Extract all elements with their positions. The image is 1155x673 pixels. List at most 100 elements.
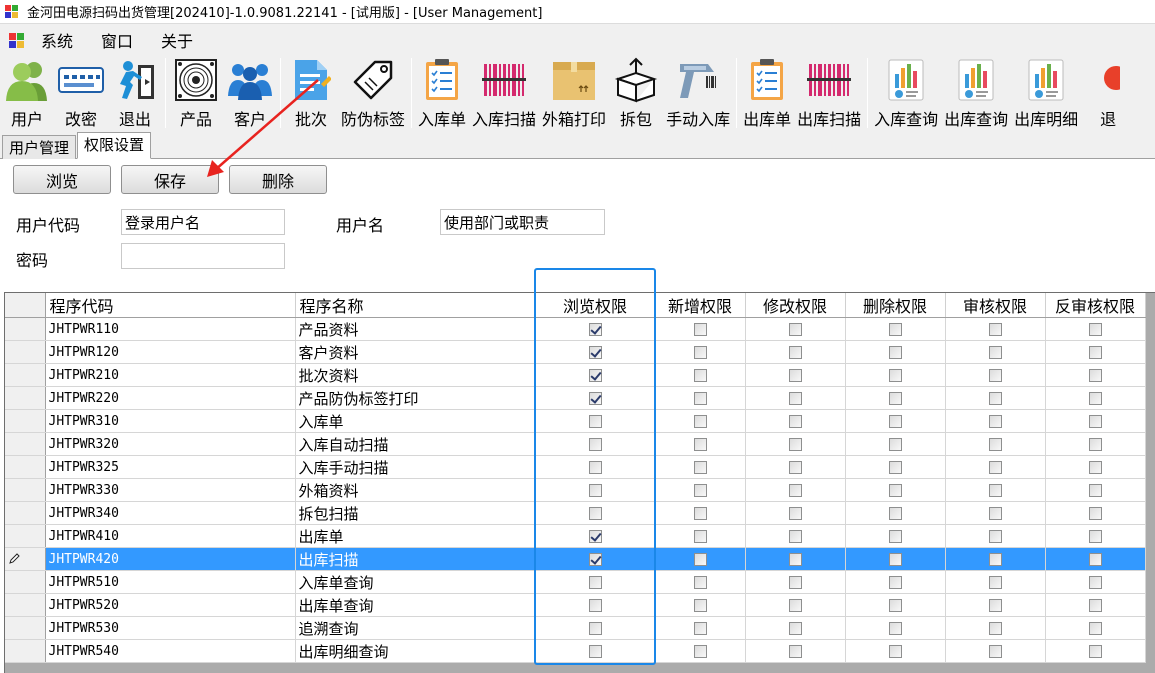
- program-code-cell[interactable]: JHTPWR120: [45, 340, 296, 364]
- edit-permission-checkbox[interactable]: [788, 622, 802, 635]
- browse-permission-checkbox[interactable]: [588, 645, 602, 658]
- column-header-edit-permission[interactable]: 修改权限: [745, 293, 846, 318]
- unapprove-permission-checkbox[interactable]: [1088, 599, 1102, 612]
- table-row[interactable]: JHTPWR220 产品防伪标签打印: [5, 386, 1146, 410]
- delete-permission-checkbox[interactable]: [888, 576, 902, 589]
- browse-permission-checkbox[interactable]: [588, 576, 602, 589]
- table-row[interactable]: JHTPWR210 批次资料: [5, 363, 1146, 387]
- program-code-cell[interactable]: JHTPWR210: [45, 363, 296, 387]
- program-name-cell[interactable]: 出库明细查询: [295, 639, 536, 663]
- browse-permission-checkbox[interactable]: [588, 438, 602, 451]
- browse-permission-checkbox[interactable]: [588, 369, 602, 382]
- toolbar-users-button[interactable]: 用户: [0, 56, 54, 130]
- toolbar-anti-fake-tag-button[interactable]: 防伪标签: [338, 56, 408, 130]
- program-code-cell[interactable]: JHTPWR310: [45, 409, 296, 433]
- delete-permission-checkbox[interactable]: [888, 392, 902, 405]
- delete-permission-checkbox[interactable]: [888, 622, 902, 635]
- menu-window[interactable]: 窗口: [99, 26, 135, 54]
- edit-permission-checkbox[interactable]: [788, 392, 802, 405]
- toolbar-exit-button[interactable]: 退出: [108, 56, 162, 130]
- row-header[interactable]: [5, 570, 46, 594]
- row-header[interactable]: [5, 616, 46, 640]
- table-row[interactable]: JHTPWR330 外箱资料: [5, 478, 1146, 502]
- menu-system[interactable]: 系统: [39, 26, 75, 54]
- program-code-cell[interactable]: JHTPWR530: [45, 616, 296, 640]
- toolbar-inbound-query-button[interactable]: 入库查询: [871, 56, 941, 130]
- unapprove-permission-checkbox[interactable]: [1088, 553, 1102, 566]
- program-name-cell[interactable]: 入库手动扫描: [295, 455, 536, 479]
- unapprove-permission-checkbox[interactable]: [1088, 461, 1102, 474]
- approve-permission-checkbox[interactable]: [988, 369, 1002, 382]
- unapprove-permission-checkbox[interactable]: [1088, 484, 1102, 497]
- unapprove-permission-checkbox[interactable]: [1088, 369, 1102, 382]
- add-permission-checkbox[interactable]: [693, 415, 707, 428]
- toolbar-change-password-button[interactable]: 改密: [54, 56, 108, 130]
- program-name-cell[interactable]: 客户资料: [295, 340, 536, 364]
- approve-permission-checkbox[interactable]: [988, 576, 1002, 589]
- edit-permission-checkbox[interactable]: [788, 576, 802, 589]
- save-button[interactable]: 保存: [121, 165, 219, 194]
- unapprove-permission-checkbox[interactable]: [1088, 346, 1102, 359]
- unapprove-permission-checkbox[interactable]: [1088, 530, 1102, 543]
- delete-permission-checkbox[interactable]: [888, 323, 902, 336]
- delete-permission-checkbox[interactable]: [888, 346, 902, 359]
- toolbar-carton-print-button[interactable]: 外箱打印: [539, 56, 609, 130]
- browse-permission-checkbox[interactable]: [588, 553, 602, 566]
- column-header-approve-permission[interactable]: 审核权限: [945, 293, 1046, 318]
- program-name-cell[interactable]: 外箱资料: [295, 478, 536, 502]
- table-row[interactable]: JHTPWR420 出库扫描: [5, 547, 1146, 571]
- program-name-cell[interactable]: 追溯查询: [295, 616, 536, 640]
- browse-permission-checkbox[interactable]: [588, 599, 602, 612]
- table-row[interactable]: JHTPWR310 入库单: [5, 409, 1146, 433]
- program-name-cell[interactable]: 出库单: [295, 524, 536, 548]
- browse-button[interactable]: 浏览: [13, 165, 111, 194]
- browse-permission-checkbox[interactable]: [588, 346, 602, 359]
- unapprove-permission-checkbox[interactable]: [1088, 392, 1102, 405]
- program-code-cell[interactable]: JHTPWR540: [45, 639, 296, 663]
- program-name-cell[interactable]: 入库单查询: [295, 570, 536, 594]
- program-name-cell[interactable]: 产品资料: [295, 317, 536, 341]
- approve-permission-checkbox[interactable]: [988, 622, 1002, 635]
- edit-permission-checkbox[interactable]: [788, 530, 802, 543]
- table-row[interactable]: JHTPWR120 客户资料: [5, 340, 1146, 364]
- delete-permission-checkbox[interactable]: [888, 369, 902, 382]
- approve-permission-checkbox[interactable]: [988, 438, 1002, 451]
- browse-permission-checkbox[interactable]: [588, 484, 602, 497]
- delete-permission-checkbox[interactable]: [888, 530, 902, 543]
- unapprove-permission-checkbox[interactable]: [1088, 438, 1102, 451]
- delete-permission-checkbox[interactable]: [888, 507, 902, 520]
- unapprove-permission-checkbox[interactable]: [1088, 323, 1102, 336]
- toolbar-product-button[interactable]: 产品: [169, 56, 223, 130]
- program-name-cell[interactable]: 批次资料: [295, 363, 536, 387]
- toolbar-customer-button[interactable]: 客户: [223, 56, 277, 130]
- row-header[interactable]: [5, 386, 46, 410]
- add-permission-checkbox[interactable]: [693, 323, 707, 336]
- program-code-cell[interactable]: JHTPWR410: [45, 524, 296, 548]
- row-header[interactable]: [5, 478, 46, 502]
- approve-permission-checkbox[interactable]: [988, 461, 1002, 474]
- add-permission-checkbox[interactable]: [693, 553, 707, 566]
- toolbar-unpack-button[interactable]: 拆包: [609, 56, 663, 130]
- browse-permission-checkbox[interactable]: [588, 507, 602, 520]
- row-header[interactable]: [5, 317, 46, 341]
- program-code-cell[interactable]: JHTPWR510: [45, 570, 296, 594]
- program-name-cell[interactable]: 拆包扫描: [295, 501, 536, 525]
- program-code-cell[interactable]: JHTPWR320: [45, 432, 296, 456]
- edit-permission-checkbox[interactable]: [788, 645, 802, 658]
- program-code-cell[interactable]: JHTPWR110: [45, 317, 296, 341]
- add-permission-checkbox[interactable]: [693, 369, 707, 382]
- column-header-program-code[interactable]: 程序代码: [45, 293, 296, 318]
- program-name-cell[interactable]: 出库扫描: [295, 547, 536, 571]
- unapprove-permission-checkbox[interactable]: [1088, 622, 1102, 635]
- add-permission-checkbox[interactable]: [693, 461, 707, 474]
- delete-permission-checkbox[interactable]: [888, 415, 902, 428]
- row-header[interactable]: [5, 593, 46, 617]
- browse-permission-checkbox[interactable]: [588, 530, 602, 543]
- user-name-field[interactable]: 使用部门或职责: [440, 209, 605, 235]
- program-name-cell[interactable]: 入库自动扫描: [295, 432, 536, 456]
- approve-permission-checkbox[interactable]: [988, 346, 1002, 359]
- program-code-cell[interactable]: JHTPWR420: [45, 547, 296, 571]
- table-row[interactable]: JHTPWR325 入库手动扫描: [5, 455, 1146, 479]
- edit-permission-checkbox[interactable]: [788, 438, 802, 451]
- add-permission-checkbox[interactable]: [693, 576, 707, 589]
